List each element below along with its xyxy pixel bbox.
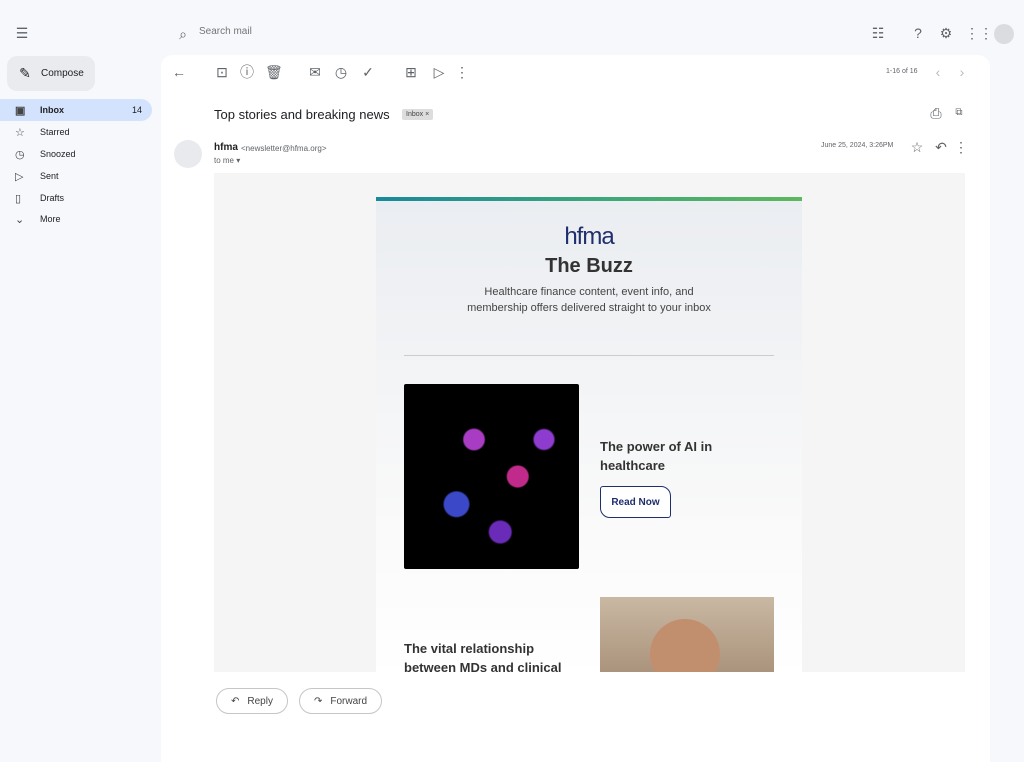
- draft-icon: ▯: [15, 192, 22, 205]
- sidebar-item-more[interactable]: ⌄ More: [0, 208, 152, 230]
- more-vert-icon[interactable]: ⋮: [953, 139, 969, 155]
- reply-icon[interactable]: ↶: [933, 139, 949, 155]
- report-spam-icon[interactable]: ⓘ: [239, 64, 255, 80]
- more-options-icon[interactable]: ⋮: [454, 64, 470, 80]
- label-icon[interactable]: ▷: [431, 64, 447, 80]
- compose-label: Compose: [41, 68, 84, 79]
- face-shape: [650, 619, 720, 672]
- sidebar-item-sent[interactable]: ▷ Sent: [0, 165, 152, 187]
- account-avatar[interactable]: [994, 24, 1014, 44]
- reply-label: Reply: [247, 695, 273, 707]
- sender-name: hfma: [214, 142, 238, 153]
- chevron-down-icon: ⌄: [15, 213, 25, 226]
- newsletter-body: hfma The Buzz Healthcare finance content…: [214, 173, 965, 672]
- label: Starred: [40, 127, 70, 137]
- star-icon[interactable]: ☆: [909, 139, 925, 155]
- hfma-logo: hfma: [564, 223, 614, 250]
- apps-grid-icon[interactable]: ⋮⋮: [965, 25, 993, 41]
- label: Snoozed: [40, 149, 76, 159]
- newsletter-title: The Buzz: [545, 255, 633, 277]
- archive-icon[interactable]: ⊡: [214, 64, 230, 80]
- move-to-icon[interactable]: ⊞: [403, 64, 419, 80]
- next-page-icon[interactable]: ›: [954, 64, 970, 80]
- article-image-cells[interactable]: [404, 384, 579, 569]
- snooze-icon[interactable]: ◷: [333, 64, 349, 80]
- header-bar: [376, 197, 802, 201]
- sidebar-item-inbox[interactable]: ▣ Inbox 14: [0, 99, 152, 121]
- label: Drafts: [40, 193, 65, 203]
- sender-email: <newsletter@hfma.org>: [241, 144, 327, 153]
- read-now-button[interactable]: Read Now: [600, 486, 671, 518]
- delete-icon[interactable]: 🗑: [265, 64, 283, 80]
- star-icon: ☆: [15, 126, 25, 139]
- pencil-icon: ✎: [19, 65, 31, 81]
- email-subject: Top stories and breaking news: [214, 107, 390, 122]
- chip-label: Inbox: [406, 111, 424, 118]
- sidebar-item-starred[interactable]: ☆ Starred: [0, 121, 152, 143]
- reply-icon: ↶: [231, 695, 240, 707]
- add-task-icon[interactable]: ✓: [360, 64, 376, 80]
- search-bar[interactable]: ⌕: [163, 19, 703, 49]
- newsletter-card: hfma The Buzz Healthcare finance content…: [376, 197, 802, 672]
- to-text: to me: [214, 156, 235, 165]
- sender-avatar: [174, 140, 202, 168]
- back-arrow-icon[interactable]: ←: [171, 64, 187, 80]
- label: Sent: [40, 171, 59, 181]
- label: Inbox: [40, 105, 64, 115]
- help-icon[interactable]: ?: [910, 25, 926, 41]
- article-image-doctor[interactable]: [600, 597, 774, 672]
- divider: [404, 355, 774, 356]
- clock-icon: ◷: [15, 148, 25, 161]
- forward-icon: ↷: [314, 695, 323, 707]
- compose-button[interactable]: ✎ Compose: [7, 56, 95, 91]
- forward-label: Forward: [330, 695, 368, 707]
- send-icon: ▷: [15, 170, 24, 183]
- pagination-text: 1-16 of 16: [886, 68, 918, 75]
- recipients-dropdown[interactable]: to me ▾: [214, 156, 240, 165]
- sidebar-item-drafts[interactable]: ▯ Drafts: [0, 187, 152, 209]
- inbox-label-chip[interactable]: Inbox ×: [402, 109, 434, 120]
- newsletter-subtitle-2: membership offers delivered straight to …: [467, 302, 711, 314]
- reply-button[interactable]: ↶ Reply: [216, 688, 288, 714]
- article-1-title[interactable]: The power of AI in healthcare: [600, 437, 740, 475]
- open-new-window-icon[interactable]: ⧉: [951, 105, 967, 121]
- inbox-icon: ▣: [15, 104, 26, 117]
- sidebar-item-snoozed[interactable]: ◷ Snoozed: [0, 143, 152, 165]
- article-2-title[interactable]: The vital relationship between MDs and c…: [404, 639, 574, 672]
- search-input[interactable]: [199, 26, 499, 37]
- main-menu-icon[interactable]: ☰: [14, 25, 30, 41]
- email-date: June 25, 2024, 3:26PM: [821, 142, 894, 149]
- filter-options-icon[interactable]: ☷: [870, 25, 886, 41]
- settings-gear-icon[interactable]: ⚙: [938, 25, 954, 41]
- inbox-count: 14: [131, 105, 142, 115]
- forward-button[interactable]: ↷ Forward: [299, 688, 383, 714]
- mark-unread-icon[interactable]: ✉: [307, 64, 323, 80]
- label: More: [40, 214, 61, 224]
- prev-page-icon[interactable]: ‹: [930, 64, 946, 80]
- print-icon[interactable]: ⎙: [928, 105, 944, 121]
- search-icon: ⌕: [179, 26, 187, 42]
- newsletter-subtitle-1: Healthcare finance content, event info, …: [484, 286, 694, 298]
